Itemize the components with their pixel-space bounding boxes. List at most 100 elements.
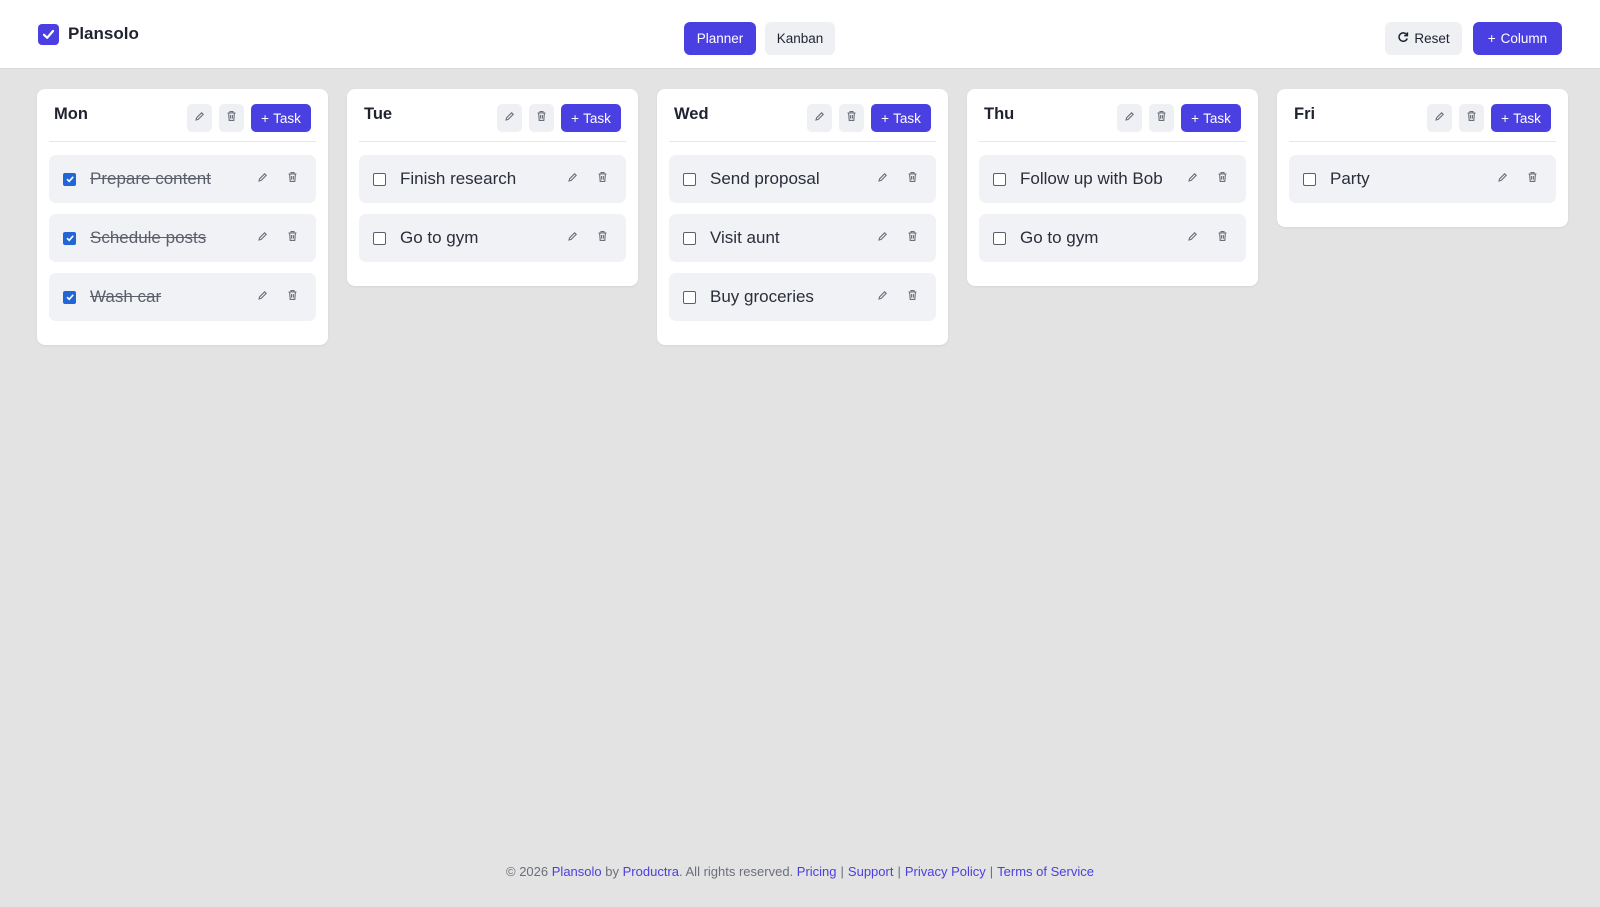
edit-task-button[interactable]: [562, 169, 582, 189]
task-item: Go to gym: [979, 214, 1246, 262]
pencil-icon: [1187, 229, 1198, 247]
footer-brand-link[interactable]: Plansolo: [552, 864, 602, 879]
task-label: Visit aunt: [710, 228, 780, 247]
delete-task-button[interactable]: [1212, 169, 1232, 189]
task-checkbox[interactable]: [63, 172, 76, 186]
reset-button[interactable]: Reset: [1385, 22, 1462, 55]
delete-task-button[interactable]: [282, 287, 302, 307]
delete-task-button[interactable]: [282, 169, 302, 189]
edit-column-button[interactable]: [1427, 104, 1452, 132]
delete-task-button[interactable]: [282, 228, 302, 248]
pencil-icon: [814, 109, 825, 127]
add-task-button[interactable]: + Task: [251, 104, 311, 132]
task-checkbox[interactable]: [683, 231, 696, 245]
footer-link-pricing[interactable]: Pricing: [797, 864, 837, 879]
edit-task-button[interactable]: [252, 228, 272, 248]
delete-column-button[interactable]: [1459, 104, 1484, 132]
board: Mon + Task Prepare content Schedule posts…: [37, 89, 1568, 345]
plus-icon: +: [1487, 31, 1496, 46]
edit-task-button[interactable]: [1182, 228, 1202, 248]
task-item: Go to gym: [359, 214, 626, 262]
add-column-button[interactable]: + Column: [1473, 22, 1562, 55]
edit-task-button[interactable]: [872, 169, 892, 189]
plus-icon: +: [1191, 110, 1200, 126]
task-checkbox[interactable]: [683, 290, 696, 304]
trash-icon: [1527, 170, 1538, 188]
trash-icon: [287, 288, 298, 306]
pencil-icon: [257, 170, 268, 188]
delete-column-button[interactable]: [1149, 104, 1174, 132]
edit-task-button[interactable]: [562, 228, 582, 248]
trash-icon: [1156, 109, 1167, 127]
task-checkbox[interactable]: [993, 231, 1006, 245]
task-label: Follow up with Bob: [1020, 169, 1163, 188]
trash-icon: [597, 170, 608, 188]
edit-column-button[interactable]: [187, 104, 212, 132]
task-checkbox[interactable]: [1303, 172, 1316, 186]
add-column-label: Column: [1500, 31, 1548, 46]
task-checkbox[interactable]: [63, 290, 76, 304]
column-thu: Thu + Task Follow up with Bob Go to gym: [967, 89, 1258, 286]
brand[interactable]: Plansolo: [38, 23, 139, 45]
delete-column-button[interactable]: [219, 104, 244, 132]
edit-task-button[interactable]: [872, 287, 892, 307]
edit-task-button[interactable]: [252, 287, 272, 307]
plus-icon: +: [261, 110, 270, 126]
footer-link-support[interactable]: Support: [848, 864, 894, 879]
add-task-button[interactable]: + Task: [1181, 104, 1241, 132]
divider: [359, 141, 626, 142]
task-label: Go to gym: [1020, 228, 1099, 247]
pencil-icon: [567, 170, 578, 188]
edit-column-button[interactable]: [807, 104, 832, 132]
column-header: Fri + Task: [1289, 101, 1556, 135]
add-task-button[interactable]: + Task: [1491, 104, 1551, 132]
delete-task-button[interactable]: [1522, 169, 1542, 189]
kanban-view-button[interactable]: Kanban: [765, 22, 835, 55]
delete-task-button[interactable]: [592, 169, 612, 189]
add-task-label: Task: [273, 110, 301, 126]
pencil-icon: [877, 288, 888, 306]
task-label: Finish research: [400, 169, 517, 188]
delete-column-button[interactable]: [839, 104, 864, 132]
footer-link-privacy[interactable]: Privacy Policy: [905, 864, 986, 879]
reset-label: Reset: [1414, 31, 1450, 46]
footer-separator: |: [897, 864, 901, 879]
divider: [669, 141, 936, 142]
edit-task-button[interactable]: [252, 169, 272, 189]
plus-icon: +: [571, 110, 580, 126]
edit-task-button[interactable]: [1492, 169, 1512, 189]
delete-task-button[interactable]: [902, 287, 922, 307]
planner-view-button[interactable]: Planner: [684, 22, 756, 55]
pencil-icon: [257, 229, 268, 247]
task-checkbox[interactable]: [683, 172, 696, 186]
footer-link-terms[interactable]: Terms of Service: [997, 864, 1094, 879]
task-checkbox[interactable]: [373, 172, 386, 186]
trash-icon: [597, 229, 608, 247]
edit-column-button[interactable]: [1117, 104, 1142, 132]
add-task-button[interactable]: + Task: [871, 104, 931, 132]
column-header: Thu + Task: [979, 101, 1246, 135]
add-task-label: Task: [1203, 110, 1231, 126]
column-title: Mon: [54, 104, 88, 123]
delete-task-button[interactable]: [592, 228, 612, 248]
pencil-icon: [1497, 170, 1508, 188]
edit-column-button[interactable]: [497, 104, 522, 132]
delete-task-button[interactable]: [902, 169, 922, 189]
task-checkbox[interactable]: [373, 231, 386, 245]
task-checkbox[interactable]: [993, 172, 1006, 186]
delete-column-button[interactable]: [529, 104, 554, 132]
task-item: Party: [1289, 155, 1556, 203]
add-task-button[interactable]: + Task: [561, 104, 621, 132]
pencil-icon: [504, 109, 515, 127]
edit-task-button[interactable]: [872, 228, 892, 248]
task-checkbox[interactable]: [63, 231, 76, 245]
refresh-icon: [1397, 31, 1409, 46]
trash-icon: [846, 109, 857, 127]
task-label: Schedule posts: [90, 228, 207, 247]
delete-task-button[interactable]: [1212, 228, 1232, 248]
delete-task-button[interactable]: [902, 228, 922, 248]
trash-icon: [287, 170, 298, 188]
edit-task-button[interactable]: [1182, 169, 1202, 189]
footer-company-link[interactable]: Productra: [623, 864, 679, 879]
top-bar: Plansolo Planner Kanban Reset + Column: [0, 0, 1600, 69]
